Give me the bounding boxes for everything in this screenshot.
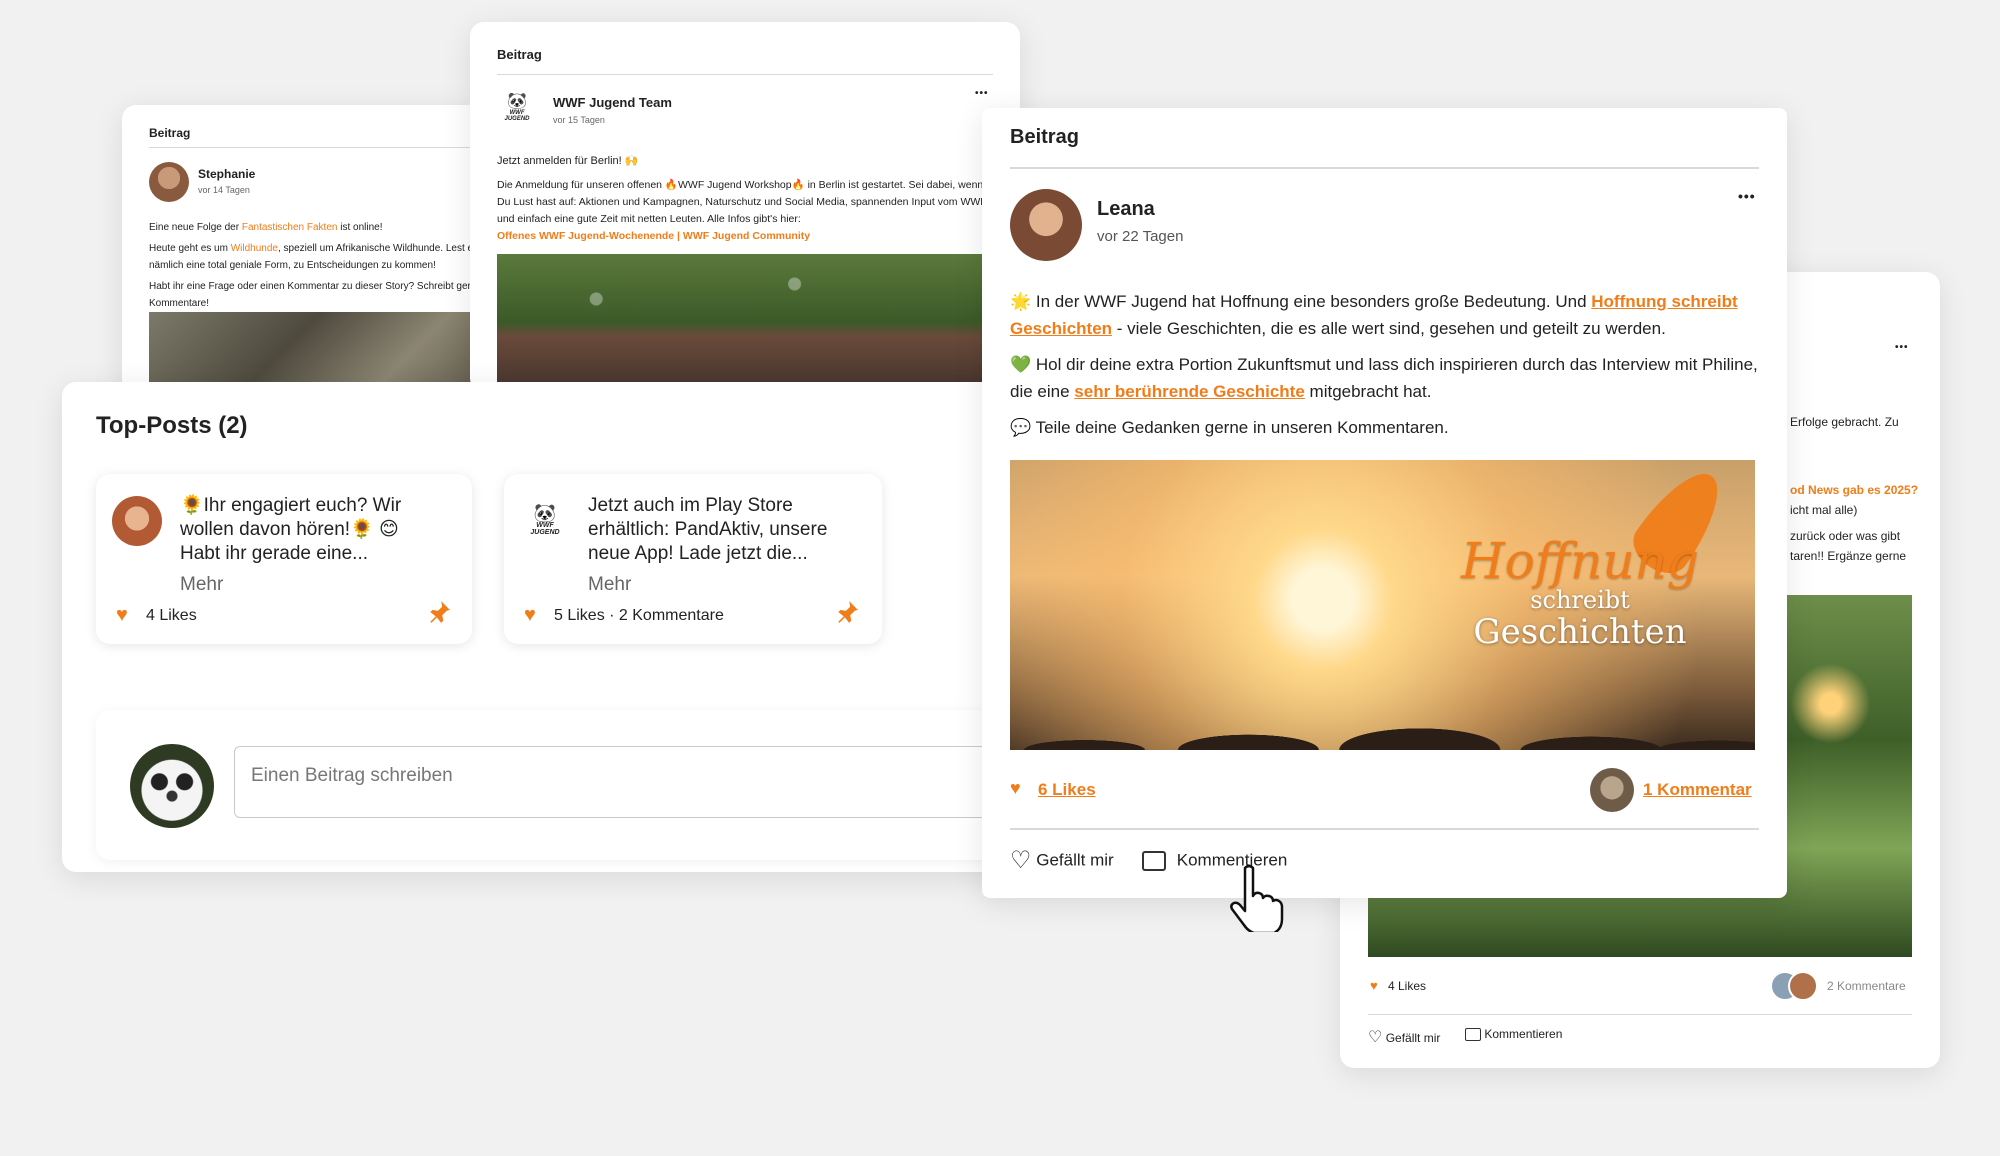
top-post-text: 🌻Ihr engagiert euch? Wir wollen davon hö… xyxy=(180,495,402,564)
link-wildhunde[interactable]: Wildhunde xyxy=(231,243,278,254)
heart-icon: ♥ xyxy=(524,604,536,626)
section-title: Beitrag xyxy=(1010,126,1079,148)
panda-icon: 🐼 xyxy=(533,503,557,523)
like-button[interactable]: ♡ Gefällt mir xyxy=(1010,846,1114,875)
author-avatar[interactable] xyxy=(1010,189,1082,261)
top-post-stats: 4 Likes xyxy=(146,607,197,624)
comment-button[interactable]: Kommentieren xyxy=(1465,1027,1562,1042)
image-title: Hoffnung schreibt Geschichten xyxy=(1461,532,1699,652)
post-body: Eine neue Folge der Fantastischen Fakten… xyxy=(149,222,477,309)
heart-icon: ♥ xyxy=(116,604,128,626)
top-posts-panel: Top-Posts (2) 🌻Ihr engagiert euch? Wir w… xyxy=(62,382,1022,872)
author-name[interactable]: Stephanie xyxy=(198,167,255,181)
post-link[interactable]: Offenes WWF Jugend-Wochenende | WWF Juge… xyxy=(497,230,810,242)
top-post-stats: 5 Likes · 2 Kommentare xyxy=(554,607,724,624)
avatar[interactable] xyxy=(149,162,189,202)
post-input[interactable]: Einen Beitrag schreiben xyxy=(234,746,1022,818)
author-name[interactable]: WWF Jugend Team xyxy=(553,95,672,110)
commenter-avatars xyxy=(1770,971,1818,1001)
post-time: vor 15 Tagen xyxy=(553,115,605,125)
crowd-silhouette xyxy=(1010,640,1755,750)
paragraph-2: 💚 Hol dir deine extra Portion Zukunftsmu… xyxy=(1010,355,1758,401)
commenter-avatar[interactable] xyxy=(1590,768,1634,812)
wwf-logo[interactable]: 🐼 WWF JUGEND xyxy=(497,93,537,123)
link-beruehrende-geschichte[interactable]: sehr berührende Geschichte xyxy=(1074,382,1305,401)
post-image[interactable] xyxy=(497,254,993,392)
link-fantastische-fakten[interactable]: Fantastischen Fakten xyxy=(242,222,338,233)
post-card-stephanie: Beitrag Stephanie vor 14 Tagen Eine neue… xyxy=(122,105,482,405)
heart-outline-icon: ♡ xyxy=(1010,847,1032,874)
section-title: Beitrag xyxy=(497,47,542,62)
post-composer: Einen Beitrag schreiben xyxy=(96,710,1022,860)
comments-count[interactable]: 2 Kommentare xyxy=(1827,979,1906,993)
wwf-logo[interactable]: 🐼 WWF JUGEND xyxy=(522,504,568,536)
more-link[interactable]: Mehr xyxy=(180,574,223,596)
top-post-card[interactable]: 🐼 WWF JUGEND Jetzt auch im Play Store er… xyxy=(504,474,882,644)
more-options-icon[interactable]: ••• xyxy=(1738,188,1756,204)
avatar[interactable] xyxy=(112,496,162,546)
avatar xyxy=(1788,971,1818,1001)
panda-icon: 🐼 xyxy=(507,93,527,110)
author-name[interactable]: Leana xyxy=(1097,198,1155,221)
post-body: Die Anmeldung für unseren offenen 🔥WWF J… xyxy=(497,179,987,225)
post-card-wwf-team: Beitrag 🐼 WWF JUGEND WWF Jugend Team vor… xyxy=(470,22,1020,392)
paragraph-1: 🌟 In der WWF Jugend hat Hoffnung eine be… xyxy=(1010,292,1738,338)
pin-icon xyxy=(834,599,860,625)
like-button[interactable]: ♡ Gefällt mir xyxy=(1368,1027,1440,1047)
top-posts-title: Top-Posts (2) xyxy=(96,412,248,439)
post-headline: Jetzt anmelden für Berlin! 🙌 xyxy=(497,155,639,167)
post-text: Erfolge gebracht. Zu od News gab es 2025… xyxy=(1790,415,1919,563)
top-post-card[interactable]: 🌻Ihr engagiert euch? Wir wollen davon hö… xyxy=(96,474,472,644)
more-options-icon[interactable]: ••• xyxy=(1895,342,1909,353)
post-time: vor 22 Tagen xyxy=(1097,228,1184,245)
paragraph-3: 💬 Teile deine Gedanken gerne in unseren … xyxy=(1010,418,1449,437)
hand-cursor-icon xyxy=(1225,862,1285,935)
likes-count[interactable]: 6 Likes xyxy=(1038,780,1096,800)
post-body: 🌟 In der WWF Jugend hat Hoffnung eine be… xyxy=(1010,288,1760,441)
more-link[interactable]: Mehr xyxy=(588,574,631,596)
heart-outline-icon: ♡ xyxy=(1368,1029,1383,1046)
post-card-leana: Beitrag Leana vor 22 Tagen ••• 🌟 In der … xyxy=(982,108,1787,898)
comment-icon xyxy=(1142,850,1166,871)
top-post-text: Jetzt auch im Play Store erhältlich: Pan… xyxy=(588,495,828,564)
heart-icon: ♥ xyxy=(1010,778,1021,798)
post-input-placeholder: Einen Beitrag schreiben xyxy=(251,765,453,786)
section-title: Beitrag xyxy=(149,126,191,140)
pin-icon xyxy=(426,599,452,625)
post-image[interactable]: Hoffnung schreibt Geschichten xyxy=(1010,460,1755,750)
post-time: vor 14 Tagen xyxy=(198,185,250,195)
more-options-icon[interactable]: ••• xyxy=(975,88,989,99)
comment-icon xyxy=(1465,1028,1481,1042)
likes-count[interactable]: 4 Likes xyxy=(1388,979,1426,993)
comments-count[interactable]: 1 Kommentar xyxy=(1643,780,1752,800)
user-avatar[interactable] xyxy=(130,744,214,828)
heart-icon: ♥ xyxy=(1370,978,1378,993)
